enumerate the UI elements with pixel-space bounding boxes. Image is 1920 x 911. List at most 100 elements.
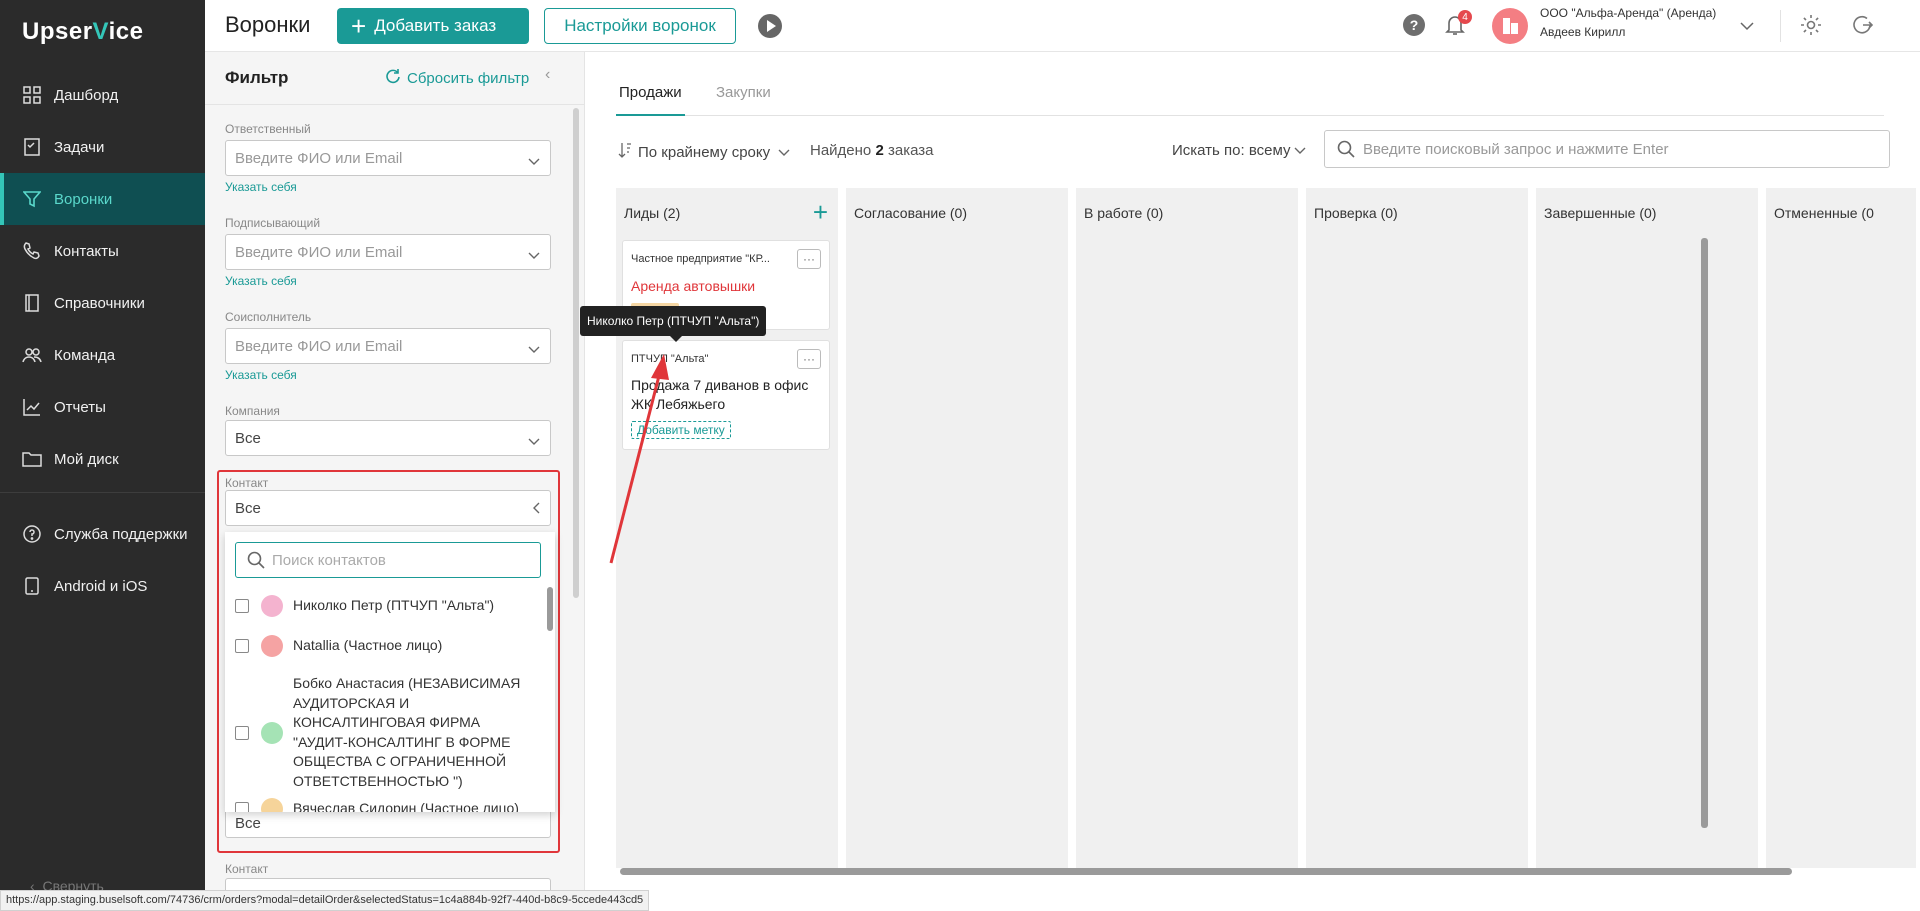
filter-title: Фильтр [225, 68, 289, 87]
logout-icon[interactable] [1850, 13, 1874, 40]
contact-dropdown: Поиск контактов Николко Петр (ПТЧУП "Аль… [225, 532, 555, 812]
sidebar-item-label: Справочники [54, 294, 145, 312]
contact-tooltip: Николко Петр (ПТЧУП "Альта") [580, 306, 767, 342]
tasks-icon [22, 137, 42, 157]
main-content: Продажи Закупки По крайнему сроку Найден… [586, 52, 1920, 911]
contact-search-placeholder: Поиск контактов [272, 551, 386, 569]
tab-sales[interactable]: Продажи [616, 84, 685, 116]
sidebar-item-my-disk[interactable]: Мой диск [0, 433, 205, 485]
secondary-nav: Служба поддержки Android и iOS [0, 508, 205, 612]
contact-search-input[interactable]: Поиск контактов [235, 542, 541, 578]
card-menu-button[interactable]: ··· [797, 349, 821, 369]
tab-purchases[interactable]: Закупки [716, 84, 771, 116]
avatar [261, 721, 283, 744]
company-select-value: Все [235, 429, 261, 447]
column-title: Проверка (0) [1314, 205, 1398, 221]
list-item[interactable]: Бобко Анастасия (НЕЗАВИСИМАЯ АУДИТОРСКАЯ… [235, 674, 525, 791]
dropdown-scrollbar[interactable] [547, 587, 553, 631]
help-circle-icon [22, 524, 42, 544]
reset-filter-label: Сбросить фильтр [407, 69, 530, 87]
signer-label: Подписывающий [225, 216, 321, 230]
kanban-column-review: Проверка (0) [1306, 188, 1528, 868]
sidebar-item-label: Служба поддержки [54, 525, 188, 543]
avatar [261, 595, 283, 617]
signer-assign-self-link[interactable]: Указать себя [225, 274, 297, 288]
board-horizontal-scrollbar[interactable] [620, 868, 1792, 875]
card-menu-button[interactable]: ··· [797, 249, 821, 269]
list-item[interactable]: Вячеслав Сидорин (Частное лицо) [235, 798, 525, 812]
kanban-column-in-progress: В работе (0) [1076, 188, 1298, 868]
sidebar-item-label: Мой диск [54, 450, 119, 468]
card-company: Частное предприятие "КР... [631, 253, 770, 265]
company-select[interactable]: Все [225, 420, 551, 456]
reset-filter-button[interactable]: Сбросить фильтр [385, 68, 529, 88]
add-order-button[interactable]: + Добавить заказ [337, 8, 529, 44]
column-title: Согласование (0) [854, 205, 967, 221]
avatar [261, 635, 283, 657]
company-avatar[interactable] [1492, 8, 1528, 44]
play-icon[interactable] [758, 14, 782, 38]
list-item[interactable]: Николко Петр (ПТЧУП "Альта") [235, 595, 525, 617]
order-card[interactable]: ПТЧУП "Альта" ··· Продажа 7 диванов в оф… [622, 340, 830, 450]
sidebar-item-team[interactable]: Команда [0, 329, 205, 381]
browser-status-url: https://app.staging.buselsoft.com/74736/… [0, 890, 650, 911]
card-title: Продажа 7 диванов в офис ЖК Лебяжьего [631, 377, 809, 412]
checkbox[interactable] [235, 639, 249, 653]
kanban-column-leads: Лиды (2) + Частное предприятие "КР... ··… [616, 188, 838, 868]
sidebar-item-label: Контакты [54, 242, 119, 260]
responsible-label: Ответственный [225, 122, 311, 136]
contact-option-label: Николко Петр (ПТЧУП "Альта") [293, 597, 495, 614]
sidebar-item-dashboard[interactable]: Дашборд [0, 69, 205, 121]
company-label: Компания [225, 404, 280, 418]
search-by-label: Искать по: всему [1172, 142, 1291, 159]
chevron-down-icon [1294, 142, 1306, 159]
logo-text-right: ice [108, 18, 144, 45]
sidebar-item-tasks[interactable]: Задачи [0, 121, 205, 173]
sidebar-item-contacts[interactable]: Контакты [0, 225, 205, 277]
checkbox[interactable] [235, 802, 249, 812]
funnel-settings-button[interactable]: Настройки воронок [544, 8, 736, 44]
coexecutor-assign-self-link[interactable]: Указать себя [225, 368, 297, 382]
logo-text-accent: V [92, 18, 109, 45]
funnel-tabs: Продажи Закупки [616, 84, 1884, 116]
chevron-left-icon[interactable]: ‹ [545, 66, 550, 84]
responsible-placeholder: Введите ФИО или Email [235, 149, 403, 167]
coexecutor-input[interactable]: Введите ФИО или Email [225, 328, 551, 364]
user-name[interactable]: Авдеев Кирилл [1540, 25, 1625, 39]
order-search-input[interactable]: Введите поисковый запрос и нажмите Enter [1324, 130, 1890, 168]
sidebar-item-mobile-apps[interactable]: Android и iOS [0, 560, 205, 612]
checkbox[interactable] [235, 599, 249, 613]
chevron-down-icon [528, 153, 540, 170]
sidebar-item-directories[interactable]: Справочники [0, 277, 205, 329]
checkbox[interactable] [235, 725, 249, 740]
sort-select[interactable]: По крайнему сроку [618, 142, 790, 162]
company-name[interactable]: ООО "Альфа-Аренда" (Аренда) [1540, 6, 1716, 20]
sidebar-item-reports[interactable]: Отчеты [0, 381, 205, 433]
list-item[interactable]: Natallia (Частное лицо) [235, 635, 525, 657]
signer-input[interactable]: Введите ФИО или Email [225, 234, 551, 270]
add-card-button[interactable]: + [813, 199, 828, 225]
chevron-down-icon[interactable] [1740, 18, 1754, 34]
sidebar-item-support[interactable]: Служба поддержки [0, 508, 205, 560]
search-icon [1337, 140, 1355, 162]
folder-icon [22, 449, 42, 469]
app-logo[interactable]: UpserVice [22, 18, 143, 46]
column-title: Лиды (2) [624, 205, 681, 221]
column-title: В работе (0) [1084, 205, 1164, 221]
header-divider [1780, 10, 1781, 42]
gear-icon[interactable] [1799, 13, 1823, 40]
search-by-select[interactable]: Искать по: всему [1172, 142, 1306, 159]
sidebar-item-funnels[interactable]: Воронки [0, 173, 205, 225]
add-tag-button[interactable]: Добавить метку [631, 421, 731, 439]
help-icon[interactable]: ? [1403, 14, 1425, 36]
responsible-input[interactable]: Введите ФИО или Email [225, 140, 551, 176]
contact2-label: Контакт [225, 862, 269, 876]
column-scrollbar[interactable] [1701, 238, 1708, 828]
responsible-assign-self-link[interactable]: Указать себя [225, 180, 297, 194]
sidebar-divider [0, 492, 205, 493]
contact-option-label: Вячеслав Сидорин (Частное лицо) [293, 800, 519, 812]
sidebar-item-label: Дашборд [54, 86, 119, 104]
filter-scrollbar[interactable] [573, 108, 579, 598]
chevron-down-icon [528, 433, 540, 450]
book-icon [22, 293, 42, 313]
